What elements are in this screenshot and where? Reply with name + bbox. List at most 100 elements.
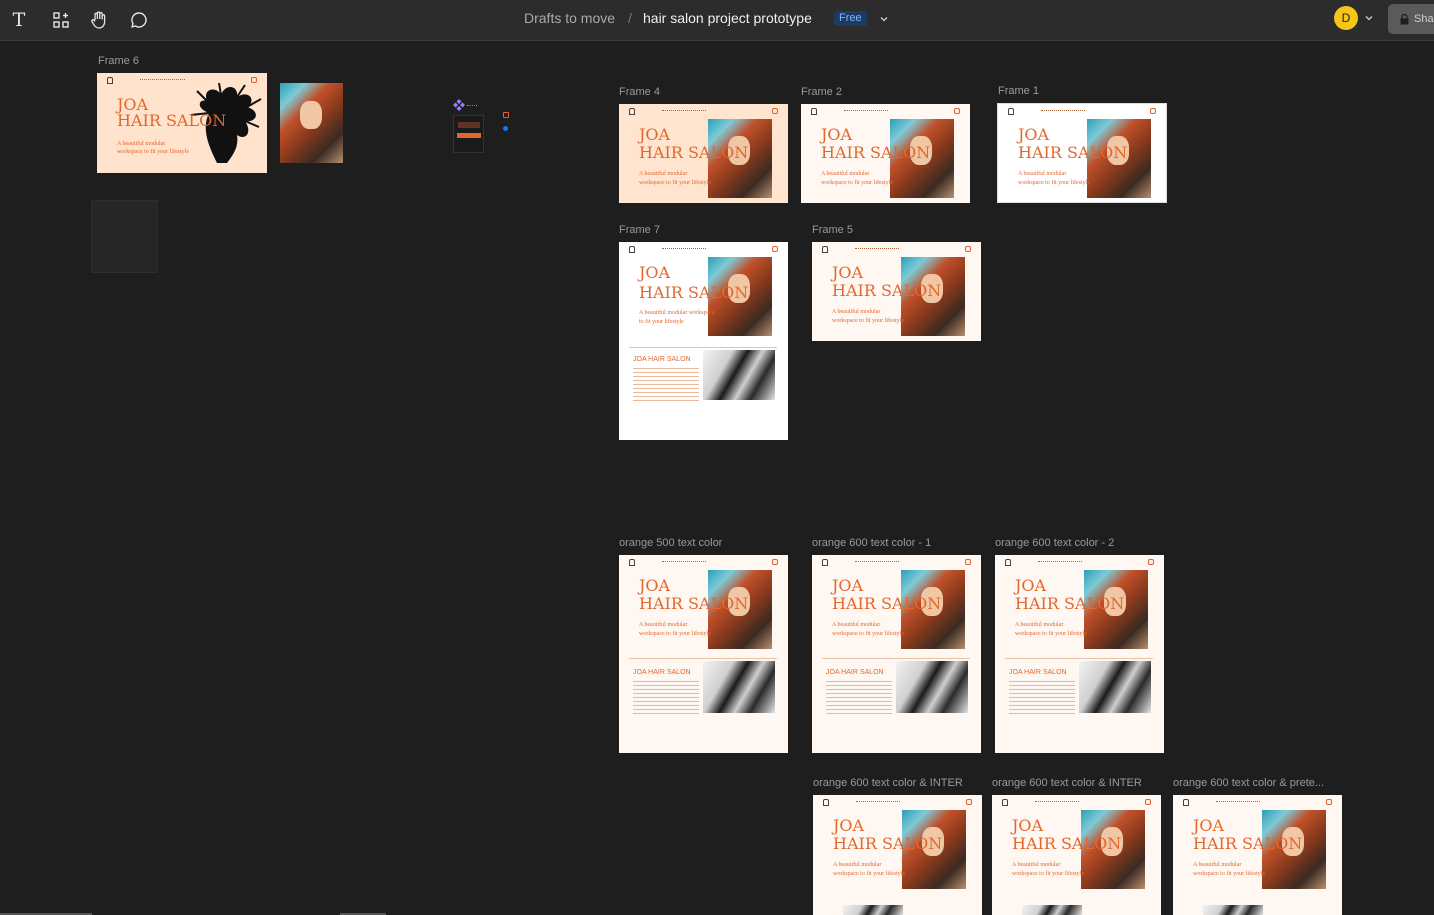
- logo-icon: [823, 799, 830, 806]
- hand-tool-button[interactable]: [86, 7, 112, 33]
- logo-icon: [1183, 799, 1190, 806]
- logo-icon: [629, 559, 636, 566]
- comment-tool-button[interactable]: [126, 7, 152, 33]
- hero-subtitle-line2: workspace to fit your lifestyle: [639, 631, 711, 637]
- hair-tools-image: [1079, 661, 1151, 713]
- component-label: [467, 105, 477, 106]
- breadcrumb-separator: /: [628, 10, 632, 26]
- chevron-down-icon[interactable]: [879, 14, 889, 24]
- hero-subtitle-line1: A beautiful modular: [833, 862, 882, 868]
- nav-links: [661, 561, 707, 563]
- section-title: JOA HAIR SALON: [826, 669, 884, 676]
- logo-icon: [629, 246, 636, 253]
- frame-label[interactable]: Frame 7: [619, 224, 660, 236]
- mini-nav: [629, 246, 778, 254]
- text-tool-button[interactable]: T: [6, 7, 32, 33]
- component-preview[interactable]: [453, 115, 484, 153]
- mini-nav: [1183, 799, 1332, 807]
- about-section: JOA HAIR SALON: [1005, 658, 1153, 716]
- text-icon: T: [12, 9, 26, 31]
- hero-title-line1: JOA: [832, 576, 864, 595]
- nav-links: [854, 248, 900, 250]
- hair-tools-image: [896, 661, 968, 713]
- comment-icon: [131, 12, 147, 28]
- frame-thumbnail[interactable]: JOA HAIR SALON A beautiful modular works…: [997, 103, 1167, 203]
- hero-title-line2: HAIR SALON: [821, 143, 931, 162]
- hair-tools-image: [1022, 905, 1082, 915]
- about-section: JOA HAIR SALON: [629, 347, 777, 405]
- nav-links: [1037, 561, 1083, 563]
- mini-nav: [822, 559, 971, 567]
- logo-icon: [1008, 108, 1015, 115]
- facebook-icon[interactable]: [503, 126, 508, 131]
- design-canvas[interactable]: Frame 6 JOA HAIR SALON A beautiful modul…: [0, 42, 1434, 915]
- instagram-icon[interactable]: [503, 112, 509, 118]
- section-title: JOA HAIR SALON: [1009, 669, 1067, 676]
- hero-title-line2: HAIR SALON: [833, 834, 943, 853]
- frame-label[interactable]: Frame 2: [801, 86, 842, 98]
- hero-subtitle-line1: A beautiful modular: [1015, 622, 1064, 628]
- frame-thumbnail[interactable]: JOA HAIR SALON A beautiful modular works…: [619, 242, 788, 440]
- hero-title-line1: JOA: [821, 125, 853, 144]
- section-title: JOA HAIR SALON: [633, 356, 691, 363]
- frame-thumbnail[interactable]: JOA HAIR SALON A beautiful modular works…: [812, 242, 981, 341]
- hero-subtitle-line2: workspace to fit your lifestyle: [639, 180, 711, 186]
- hero-subtitle-line1: A beautiful modular: [1012, 862, 1061, 868]
- hero-subtitle-line1: A beautiful modular: [639, 622, 688, 628]
- hero-title-line2: HAIR SALON: [639, 143, 749, 162]
- mini-nav: [811, 108, 960, 116]
- frame-thumbnail[interactable]: JOA HAIR SALON A beautiful modular works…: [619, 104, 788, 203]
- nav-links: [843, 110, 889, 112]
- frame-label[interactable]: orange 600 text color & prete...: [1173, 777, 1324, 789]
- file-name[interactable]: hair salon project prototype: [643, 10, 812, 26]
- components-tool-button[interactable]: [48, 7, 74, 33]
- frame-thumbnail[interactable]: JOA HAIR SALON A beautiful modular works…: [1173, 795, 1342, 915]
- frame-label[interactable]: orange 600 text color & INTER: [992, 777, 1142, 789]
- portrait-image[interactable]: [280, 83, 343, 163]
- top-toolbar: T Drafts to move / hair salon project pr…: [0, 0, 1434, 41]
- frame-label[interactable]: Frame 4: [619, 86, 660, 98]
- about-section: JOA HAIR SALON: [629, 658, 777, 716]
- share-button[interactable]: Share: [1388, 4, 1434, 34]
- breadcrumb-drafts[interactable]: Drafts to move: [524, 10, 615, 26]
- frame-thumbnail[interactable]: JOA HAIR SALON A beautiful modular works…: [812, 555, 981, 753]
- frame-thumbnail[interactable]: JOA HAIR SALON A beautiful modular works…: [619, 555, 788, 753]
- nav-links: [1034, 801, 1080, 803]
- hero-subtitle-line2: workspace to fit your lifestyle: [1012, 871, 1084, 877]
- hero-subtitle-line2: to fit your lifestyle: [639, 319, 684, 325]
- hero-subtitle-line1: A beautiful modular: [832, 309, 881, 315]
- hero-subtitle-line2: workspace to fit your lifestyle: [1015, 631, 1087, 637]
- avatar-chevron-down-icon[interactable]: [1364, 13, 1374, 23]
- frame-label[interactable]: Frame 5: [812, 224, 853, 236]
- instagram-icon: [953, 108, 960, 114]
- user-avatar[interactable]: D: [1334, 6, 1358, 30]
- figma-editor: T Drafts to move / hair salon project pr…: [0, 0, 1434, 915]
- logo-icon: [629, 108, 636, 115]
- instagram-icon: [1147, 559, 1154, 565]
- hero-subtitle-line1: A beautiful modular: [1193, 862, 1242, 868]
- frame-label[interactable]: Frame 1: [998, 85, 1039, 97]
- frame-thumbnail[interactable]: JOA HAIR SALON A beautiful modular works…: [992, 795, 1161, 915]
- hero-subtitle-line1: A beautiful modular: [117, 141, 166, 147]
- frame-thumbnail[interactable]: JOA HAIR SALON A beautiful modular works…: [813, 795, 982, 915]
- frame-thumbnail[interactable]: JOA HAIR SALON A beautiful modular works…: [801, 104, 970, 203]
- hero-title-line1: JOA: [639, 125, 671, 144]
- empty-frame[interactable]: [91, 200, 158, 273]
- hair-tools-image: [1203, 905, 1263, 915]
- frame-label[interactable]: orange 500 text color: [619, 537, 722, 549]
- logo-icon: [811, 108, 818, 115]
- frame-label[interactable]: orange 600 text color & INTER: [813, 777, 963, 789]
- nav-links: [661, 110, 707, 112]
- section-body-text: [633, 368, 699, 404]
- frame-thumbnail[interactable]: JOA HAIR SALON A beautiful modular works…: [97, 73, 267, 173]
- nav-links: [661, 248, 707, 250]
- frame-label[interactable]: orange 600 text color - 2: [995, 537, 1114, 549]
- frame-label[interactable]: Frame 6: [98, 55, 139, 67]
- section-body-text: [826, 681, 892, 715]
- frame-thumbnail[interactable]: JOA HAIR SALON A beautiful modular works…: [995, 555, 1164, 753]
- frame-label[interactable]: orange 600 text color - 1: [812, 537, 931, 549]
- component-icon[interactable]: [453, 99, 465, 111]
- mini-nav: [1005, 559, 1154, 567]
- nav-links: [140, 79, 185, 81]
- hero-subtitle-line1: A beautiful modular: [1018, 171, 1067, 177]
